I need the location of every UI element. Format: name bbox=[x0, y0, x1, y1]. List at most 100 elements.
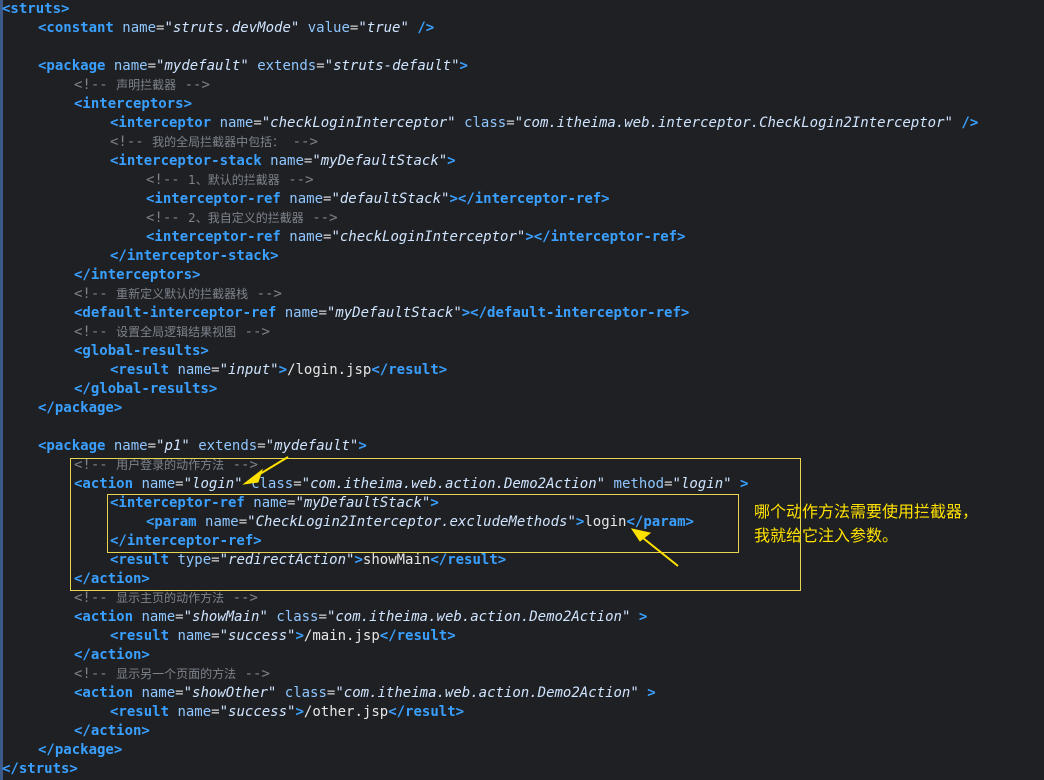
code-line[interactable]: </package> bbox=[38, 399, 122, 418]
token-eq: = bbox=[175, 476, 184, 492]
token-tag: > bbox=[740, 476, 749, 492]
token-cm: --> bbox=[224, 590, 258, 606]
token-val: "checkLoginInterceptor" bbox=[331, 229, 526, 245]
token-eq: = bbox=[211, 362, 220, 378]
code-line[interactable]: <global-results> bbox=[74, 342, 209, 361]
token-attr: class bbox=[276, 609, 319, 625]
code-line[interactable]: <interceptor-ref name="checkLoginInterce… bbox=[146, 228, 685, 247]
token-val: "CheckLogin2Interceptor.excludeMethods" bbox=[247, 514, 576, 530]
code-editor[interactable]: <struts> <constant name="struts.devMode" … bbox=[0, 0, 1044, 780]
code-line[interactable]: <!-- 显示主页的动作方法 --> bbox=[74, 589, 258, 608]
code-line[interactable]: <interceptor name="checkLoginInterceptor… bbox=[110, 114, 978, 133]
token-val: "com.itheima.web.action.Demo2Action" bbox=[335, 685, 639, 701]
token-eq: = bbox=[257, 438, 266, 454]
code-line[interactable]: <!-- 1、默认的拦截器 --> bbox=[146, 171, 314, 190]
token-cm: --> bbox=[279, 172, 314, 188]
token-tag: </package> bbox=[38, 400, 123, 416]
code-line[interactable]: <!-- 设置全局逻辑结果视图 --> bbox=[74, 323, 270, 342]
code-line[interactable]: <package name="p1" extends="mydefault"> bbox=[38, 437, 367, 456]
code-line[interactable]: <result name="success">/other.jsp</resul… bbox=[110, 703, 464, 722]
token-tag: <action bbox=[74, 609, 134, 625]
token-eq: = bbox=[175, 609, 184, 625]
token-cm: <!-- bbox=[74, 286, 117, 302]
token-cm: <!-- bbox=[74, 666, 117, 682]
token-cm: <!-- bbox=[74, 77, 117, 93]
token-val: "com.itheima.web.action.Demo2Action" bbox=[326, 609, 631, 625]
code-line[interactable]: <!-- 显示另一个页面的方法 --> bbox=[74, 665, 270, 684]
code-line[interactable]: <!-- 我的全局拦截器中包括： --> bbox=[110, 133, 318, 152]
token-cm: --> bbox=[236, 666, 270, 682]
token-cm: --> bbox=[284, 134, 318, 150]
token-tx: /main.jsp bbox=[303, 628, 380, 644]
token-attr: name bbox=[141, 685, 176, 701]
token-tag: <default-interceptor-ref bbox=[74, 305, 277, 321]
token-cm: <!-- bbox=[146, 172, 189, 188]
code-line[interactable]: </interceptor-stack> bbox=[110, 247, 279, 266]
code-line[interactable]: </interceptor-ref> bbox=[110, 532, 262, 551]
token-tag: <param bbox=[146, 514, 197, 530]
token-val: "myDefaultStack" bbox=[326, 305, 462, 321]
code-line[interactable]: <default-interceptor-ref name="myDefault… bbox=[74, 304, 689, 323]
token-attr: class bbox=[284, 685, 327, 701]
code-line[interactable]: </struts> bbox=[2, 760, 78, 779]
token-cm: <!-- bbox=[74, 590, 117, 606]
code-line[interactable]: <package name="mydefault" extends="strut… bbox=[38, 57, 468, 76]
token-val: "defaultStack" bbox=[331, 191, 450, 207]
token-tag: ></interceptor-ref> bbox=[525, 229, 686, 245]
code-line[interactable]: <action name="login" class="com.itheima.… bbox=[74, 475, 748, 494]
code-line[interactable]: <interceptors> bbox=[74, 95, 192, 114]
token-tag: > bbox=[278, 362, 288, 378]
token-val: "input" bbox=[219, 362, 279, 378]
token-tag: </struts> bbox=[2, 761, 78, 777]
token-attr: name bbox=[177, 704, 212, 720]
code-line[interactable]: </action> bbox=[74, 570, 150, 589]
token-eq: = bbox=[664, 476, 673, 492]
code-line[interactable]: </global-results> bbox=[74, 380, 217, 399]
token-tag: <interceptor-stack bbox=[110, 153, 262, 169]
token-tag: /> bbox=[961, 115, 979, 131]
token-attr: name bbox=[253, 495, 288, 511]
code-line[interactable]: <result name="success">/main.jsp</result… bbox=[110, 627, 456, 646]
code-line[interactable]: <result type="redirectAction">showMain</… bbox=[110, 551, 506, 570]
token-tag: > bbox=[295, 628, 304, 644]
token-val: "myDefaultStack" bbox=[295, 495, 431, 511]
token-eq: = bbox=[147, 438, 157, 454]
code-line[interactable]: <struts> bbox=[2, 0, 69, 19]
code-line[interactable]: </action> bbox=[74, 722, 150, 741]
code-line[interactable]: <action name="showOther" class="com.ithe… bbox=[74, 684, 656, 703]
code-line[interactable]: <param name="CheckLogin2Interceptor.excl… bbox=[146, 513, 694, 532]
token-tag: /> bbox=[417, 20, 435, 36]
code-line[interactable]: <result name="input">/login.jsp</result> bbox=[110, 361, 447, 380]
token-attr: name bbox=[284, 305, 319, 321]
code-line[interactable]: <!-- 声明拦截器 --> bbox=[74, 76, 210, 95]
token-sp bbox=[456, 115, 464, 131]
token-sp bbox=[190, 438, 198, 454]
token-sp bbox=[262, 153, 270, 169]
token-cm: <!-- bbox=[110, 134, 153, 150]
token-val: "success" bbox=[219, 704, 296, 720]
token-sp bbox=[630, 609, 638, 625]
code-line[interactable]: <constant name="struts.devMode" value="t… bbox=[38, 19, 434, 38]
code-line[interactable]: <!-- 2、我自定义的拦截器 --> bbox=[146, 209, 338, 228]
code-line[interactable]: <!-- 用户登录的动作方法 --> bbox=[74, 456, 258, 475]
editor-gutter bbox=[0, 0, 3, 780]
token-tag: > bbox=[358, 438, 367, 454]
code-line[interactable]: </package> bbox=[38, 741, 122, 760]
code-line[interactable]: <action name="showMain" class="com.ithei… bbox=[74, 608, 647, 627]
token-tag: <package bbox=[38, 58, 106, 74]
code-line[interactable]: </action> bbox=[74, 646, 150, 665]
code-line[interactable]: <interceptor-ref name="myDefaultStack"> bbox=[110, 494, 439, 513]
token-eq: = bbox=[318, 305, 327, 321]
token-cm: <!-- bbox=[74, 457, 117, 473]
token-val: "showMain" bbox=[183, 609, 268, 625]
code-line[interactable]: <interceptor-stack name="myDefaultStack"… bbox=[110, 152, 456, 171]
code-line[interactable]: </interceptors> bbox=[74, 266, 200, 285]
token-val: "struts.devMode" bbox=[164, 20, 300, 36]
code-line[interactable]: <!-- 重新定义默认的拦截器栈 --> bbox=[74, 285, 282, 304]
token-attr: value bbox=[307, 20, 350, 36]
token-tag: <result bbox=[110, 362, 170, 378]
token-ct: 显示主页的动作方法 bbox=[116, 591, 225, 605]
token-cm: --> bbox=[224, 457, 258, 473]
token-eq: = bbox=[318, 609, 327, 625]
code-line[interactable]: <interceptor-ref name="defaultStack"></i… bbox=[146, 190, 610, 209]
